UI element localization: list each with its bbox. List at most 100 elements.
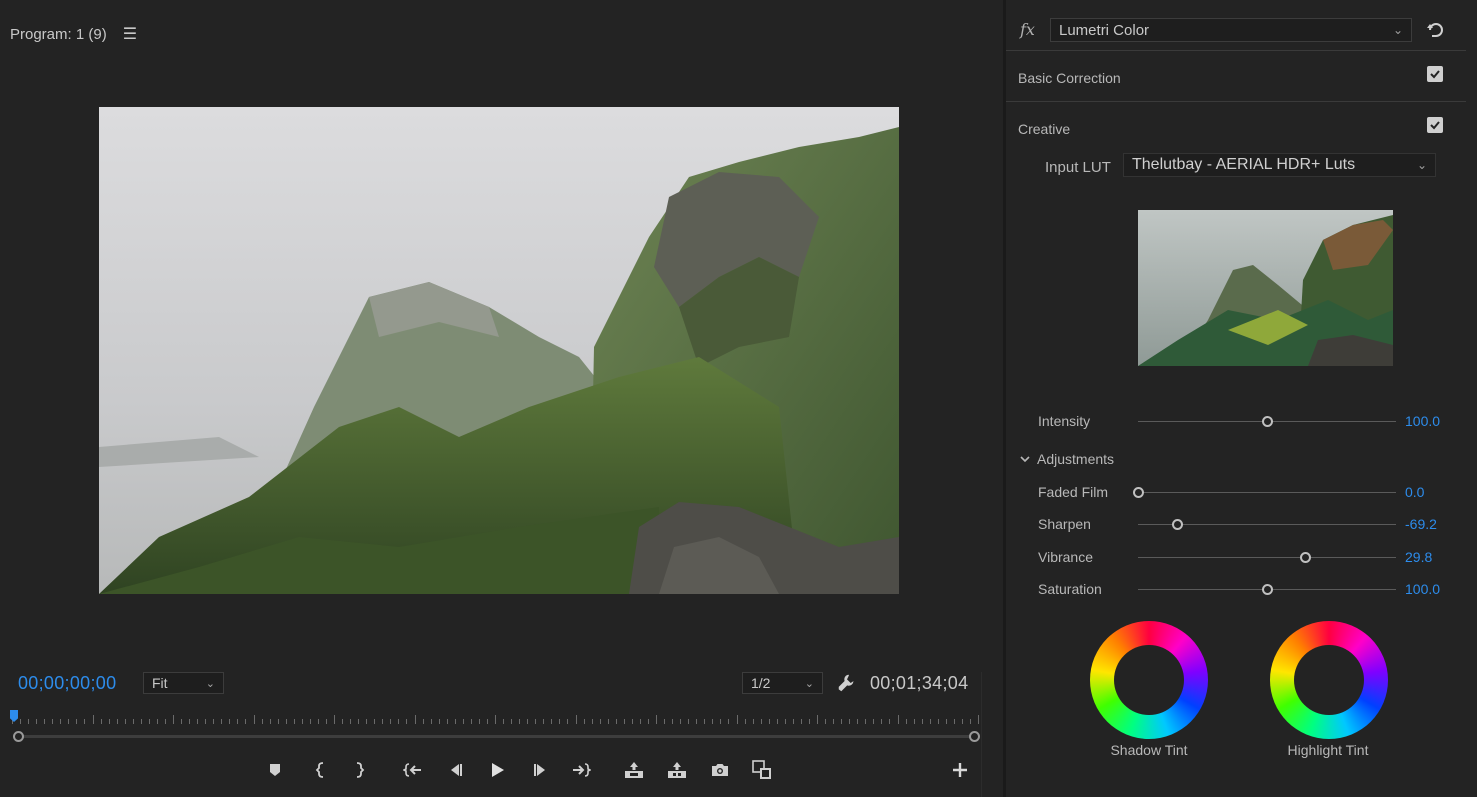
intensity-value[interactable]: 100.0 — [1405, 413, 1440, 429]
go-to-in-icon[interactable] — [401, 758, 425, 782]
faded-film-slider-handle[interactable] — [1132, 487, 1144, 498]
shadow-tint-wheel[interactable] — [1090, 621, 1208, 739]
ruler-tick — [140, 719, 142, 724]
ruler-tick — [478, 719, 480, 724]
look-preview-thumbnail[interactable] — [1138, 210, 1393, 366]
ruler-tick — [969, 719, 971, 724]
ruler-tick — [325, 719, 327, 724]
program-monitor: Program: 1 (9) ☰ 00;00;00;00 Fit ⌄ 1/2 ⌄… — [0, 0, 1000, 797]
monitor-title[interactable]: Program: 1 (9) — [10, 26, 107, 43]
mark-in-icon[interactable] — [309, 758, 333, 782]
ruler-tick — [945, 719, 947, 724]
effect-select[interactable]: Lumetri Color ⌄ — [1050, 18, 1412, 42]
ruler-tick — [438, 719, 440, 724]
ruler-tick — [688, 719, 690, 724]
ruler-tick — [535, 719, 537, 724]
creative-header[interactable]: Creative — [1018, 121, 1070, 137]
zoom-handle-right[interactable] — [969, 731, 980, 742]
ruler-tick — [309, 719, 311, 724]
ruler-tick — [398, 719, 400, 724]
ruler-tick — [800, 719, 802, 724]
ruler-tick — [720, 719, 722, 724]
ruler-tick — [567, 719, 569, 724]
go-to-out-icon[interactable] — [569, 758, 593, 782]
ruler-tick — [197, 719, 199, 724]
ruler-tick — [189, 719, 191, 724]
ruler-tick — [736, 715, 738, 724]
sharpen-slider-handle[interactable] — [1172, 519, 1184, 530]
saturation-slider-handle[interactable] — [1261, 584, 1273, 595]
ruler-tick — [60, 719, 62, 724]
ruler-tick — [728, 719, 730, 724]
mark-out-icon[interactable] — [347, 758, 371, 782]
current-timecode[interactable]: 00;00;00;00 — [18, 673, 116, 694]
ruler-tick — [559, 719, 561, 724]
hamburger-icon[interactable]: ☰ — [123, 24, 137, 44]
sharpen-value[interactable]: -69.2 — [1405, 516, 1437, 532]
ruler-tick — [20, 719, 22, 724]
ruler-tick — [889, 719, 891, 724]
basic-correction-checkbox[interactable] — [1427, 66, 1443, 82]
input-lut-select[interactable]: Thelutbay - AERIAL HDR+ Luts ⌄ — [1123, 153, 1436, 177]
zoom-handle-left[interactable] — [13, 731, 24, 742]
step-back-icon[interactable] — [443, 758, 467, 782]
ruler-tick — [68, 719, 70, 724]
highlight-tint-wheel[interactable] — [1270, 621, 1388, 739]
lift-icon[interactable] — [622, 758, 646, 782]
ruler-tick — [978, 715, 979, 724]
wrench-icon[interactable] — [836, 672, 858, 694]
ruler-tick — [519, 719, 521, 724]
step-forward-icon[interactable] — [529, 758, 553, 782]
add-marker-icon[interactable] — [263, 758, 287, 782]
ruler-tick — [358, 719, 360, 724]
ruler-tick — [229, 719, 231, 724]
creative-checkbox[interactable] — [1427, 117, 1443, 133]
intensity-slider-handle[interactable] — [1261, 416, 1273, 427]
ruler-tick — [406, 719, 408, 724]
ruler-tick — [430, 719, 432, 724]
export-frame-icon[interactable] — [708, 758, 732, 782]
play-icon[interactable] — [485, 758, 509, 782]
ruler-tick — [696, 719, 698, 724]
adjustments-header[interactable]: Adjustments — [1020, 451, 1114, 467]
ruler-tick — [913, 719, 915, 724]
ruler-tick — [849, 719, 851, 724]
ruler-tick — [712, 719, 714, 724]
faded-film-control: Faded Film 0.0 — [1038, 483, 1468, 503]
faded-film-slider-track[interactable] — [1138, 492, 1396, 493]
effect-select-value: Lumetri Color — [1059, 21, 1150, 39]
ruler-tick — [776, 719, 778, 724]
ruler-tick — [342, 719, 344, 724]
checkmark-icon — [1430, 121, 1440, 130]
chevron-down-icon — [1020, 456, 1030, 463]
ruler-tick — [656, 715, 657, 724]
ruler-tick — [623, 719, 625, 724]
faded-film-value[interactable]: 0.0 — [1405, 484, 1424, 500]
ruler-tick — [156, 719, 158, 724]
reset-icon[interactable] — [1426, 20, 1446, 40]
ruler-tick — [84, 719, 86, 724]
vibrance-control: Vibrance 29.8 — [1038, 548, 1468, 568]
ruler-tick — [591, 719, 593, 724]
ruler-tick — [350, 719, 352, 724]
vibrance-slider-handle[interactable] — [1300, 552, 1312, 563]
vibrance-value[interactable]: 29.8 — [1405, 549, 1432, 565]
ruler-tick — [108, 719, 110, 724]
zoom-scroll-bar[interactable] — [18, 735, 976, 738]
playback-resolution-select[interactable]: 1/2 ⌄ — [742, 672, 823, 694]
ruler-tick — [543, 719, 545, 724]
ruler-tick — [414, 715, 416, 724]
chevron-down-icon: ⌄ — [804, 677, 814, 690]
ruler-tick — [374, 719, 376, 724]
extract-icon[interactable] — [665, 758, 689, 782]
ruler-tick — [607, 719, 609, 724]
program-video-frame[interactable] — [99, 107, 899, 594]
adjustments-label: Adjustments — [1037, 451, 1115, 467]
zoom-fit-select[interactable]: Fit ⌄ — [143, 672, 224, 694]
plus-icon[interactable] — [948, 758, 972, 782]
saturation-value[interactable]: 100.0 — [1405, 581, 1440, 597]
time-ruler[interactable] — [12, 708, 979, 730]
basic-correction-header[interactable]: Basic Correction — [1018, 70, 1121, 86]
comparison-view-icon[interactable] — [750, 758, 774, 782]
vibrance-slider-track[interactable] — [1138, 557, 1396, 558]
